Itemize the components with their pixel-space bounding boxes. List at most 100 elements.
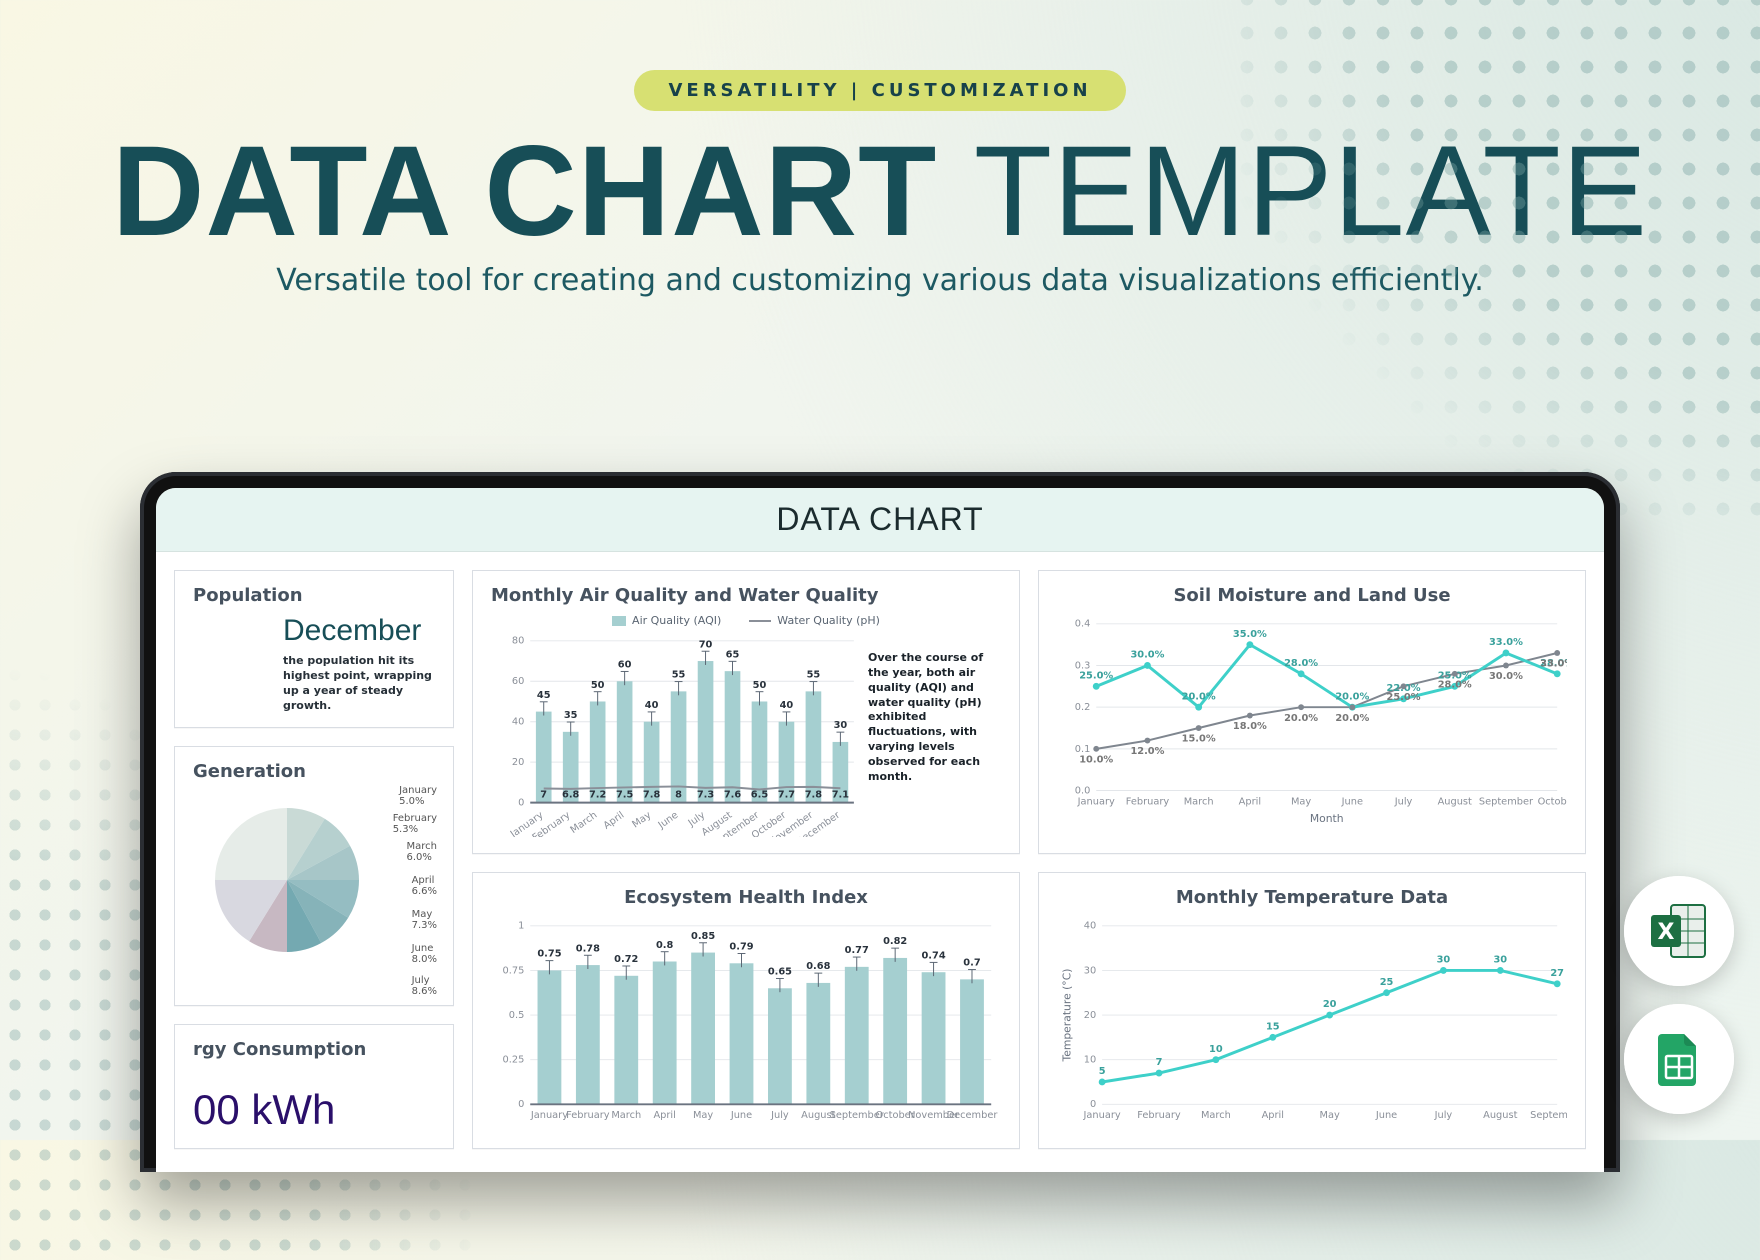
svg-text:40: 40 bbox=[645, 700, 659, 711]
svg-text:April: April bbox=[1262, 1110, 1284, 1121]
svg-text:30: 30 bbox=[1437, 955, 1451, 966]
svg-text:12.0%: 12.0% bbox=[1130, 746, 1164, 757]
svg-text:30: 30 bbox=[1084, 966, 1096, 977]
card-eco: Ecosystem Health Index 00.250.50.7510.75… bbox=[472, 872, 1020, 1149]
svg-text:35.0%: 35.0% bbox=[1233, 629, 1267, 640]
svg-text:February: February bbox=[1126, 796, 1170, 807]
svg-text:September: September bbox=[1530, 1110, 1567, 1121]
svg-text:40: 40 bbox=[1084, 921, 1096, 932]
svg-text:7.7: 7.7 bbox=[778, 790, 796, 801]
svg-text:March: March bbox=[569, 810, 600, 836]
svg-text:0.74: 0.74 bbox=[921, 951, 945, 962]
svg-text:60: 60 bbox=[618, 660, 632, 671]
eco-chart: 00.250.50.7510.75January0.78February0.72… bbox=[491, 916, 1001, 1132]
population-month: December bbox=[283, 614, 435, 648]
svg-text:0.0: 0.0 bbox=[1075, 785, 1091, 796]
svg-text:February: February bbox=[1137, 1110, 1181, 1121]
svg-text:20.0%: 20.0% bbox=[1182, 691, 1216, 702]
svg-text:July: July bbox=[770, 1110, 789, 1121]
pie-label-jun: June8.0% bbox=[412, 943, 437, 965]
air-note: Over the course of the year, both air qu… bbox=[868, 651, 1003, 785]
svg-text:5: 5 bbox=[1099, 1066, 1106, 1077]
temp-chart: 0102030405710152025303027JanuaryFebruary… bbox=[1057, 916, 1567, 1132]
pie-label-may: May7.3% bbox=[412, 909, 437, 931]
svg-text:7: 7 bbox=[1156, 1058, 1163, 1069]
svg-text:Month: Month bbox=[1310, 812, 1344, 825]
air-title: Monthly Air Quality and Water Quality bbox=[491, 585, 1001, 606]
svg-text:January: January bbox=[1077, 796, 1115, 807]
svg-text:May: May bbox=[1291, 796, 1311, 807]
svg-text:0.85: 0.85 bbox=[691, 931, 715, 942]
svg-text:January: January bbox=[1083, 1110, 1121, 1121]
svg-text:45: 45 bbox=[537, 690, 551, 701]
soil-chart: 0.00.10.20.30.425.0%30.0%20.0%35.0%28.0%… bbox=[1057, 614, 1567, 830]
svg-text:January: January bbox=[530, 1110, 568, 1121]
svg-text:May: May bbox=[630, 810, 653, 831]
svg-text:March: March bbox=[1201, 1110, 1231, 1121]
svg-text:0: 0 bbox=[518, 798, 524, 809]
svg-text:55: 55 bbox=[807, 670, 821, 681]
card-population: Population December the population hit i… bbox=[174, 570, 454, 728]
svg-text:0.5: 0.5 bbox=[509, 1010, 525, 1021]
hero-pill: VERSATILITY | CUSTOMIZATION bbox=[634, 70, 1125, 111]
svg-text:0.4: 0.4 bbox=[1075, 619, 1091, 630]
hero-title-strong: DATA CHART bbox=[112, 120, 937, 263]
svg-text:0.75: 0.75 bbox=[503, 966, 525, 977]
svg-text:0.78: 0.78 bbox=[576, 944, 600, 955]
svg-text:50: 50 bbox=[591, 680, 605, 691]
svg-text:0.8: 0.8 bbox=[656, 940, 674, 951]
app-badges: X bbox=[1624, 876, 1734, 1114]
svg-text:December: December bbox=[947, 1110, 999, 1121]
svg-text:May: May bbox=[693, 1110, 713, 1121]
svg-text:April: April bbox=[1239, 796, 1261, 807]
svg-text:X: X bbox=[1658, 920, 1675, 945]
svg-text:0.79: 0.79 bbox=[729, 942, 753, 953]
pie-label-apr: April6.6% bbox=[412, 875, 437, 897]
svg-text:February: February bbox=[566, 1110, 610, 1121]
svg-text:June: June bbox=[730, 1110, 752, 1121]
svg-text:October: October bbox=[1538, 796, 1567, 807]
svg-text:15: 15 bbox=[1266, 1022, 1280, 1033]
energy-value: 00 kWh bbox=[193, 1086, 435, 1134]
svg-text:August: August bbox=[1483, 1110, 1517, 1121]
svg-text:7.1: 7.1 bbox=[832, 790, 850, 801]
svg-text:10: 10 bbox=[1209, 1044, 1223, 1055]
svg-text:33.0%: 33.0% bbox=[1489, 637, 1523, 648]
svg-text:60: 60 bbox=[512, 676, 524, 687]
svg-text:Temperature (°C): Temperature (°C) bbox=[1061, 969, 1074, 1063]
excel-icon: X bbox=[1624, 899, 1734, 963]
excel-badge: X bbox=[1624, 876, 1734, 986]
svg-text:20: 20 bbox=[1323, 999, 1337, 1010]
svg-text:0: 0 bbox=[518, 1100, 524, 1111]
pie-label-jan: January5.0% bbox=[399, 785, 437, 807]
sheets-badge bbox=[1624, 1004, 1734, 1114]
svg-text:June: June bbox=[656, 810, 681, 832]
hero-title-thin: TEMPLATE bbox=[974, 120, 1648, 263]
svg-text:28.0%: 28.0% bbox=[1284, 658, 1318, 669]
svg-text:0.72: 0.72 bbox=[614, 954, 638, 965]
svg-text:10.0%: 10.0% bbox=[1079, 755, 1113, 766]
svg-text:40: 40 bbox=[512, 717, 524, 728]
svg-text:0.77: 0.77 bbox=[845, 945, 869, 956]
svg-text:0.65: 0.65 bbox=[768, 967, 792, 978]
card-soil: Soil Moisture and Land Use 0.00.10.20.30… bbox=[1038, 570, 1586, 854]
svg-text:20.0%: 20.0% bbox=[1335, 713, 1369, 724]
legend-ph: Water Quality (pH) bbox=[749, 614, 880, 627]
svg-text:40: 40 bbox=[780, 700, 794, 711]
card-population-title: Population bbox=[193, 585, 435, 606]
svg-text:15.0%: 15.0% bbox=[1182, 734, 1216, 745]
svg-text:7.8: 7.8 bbox=[643, 790, 661, 801]
sheets-icon bbox=[1624, 1030, 1734, 1088]
svg-text:0.1: 0.1 bbox=[1075, 744, 1091, 755]
pie-label-jul: July8.6% bbox=[412, 975, 437, 997]
dashboard-grid: Population December the population hit i… bbox=[156, 552, 1604, 1167]
hero-sub: Versatile tool for creating and customiz… bbox=[60, 263, 1700, 298]
svg-text:July: July bbox=[1434, 1110, 1453, 1121]
pie-label-mar: March6.0% bbox=[407, 841, 437, 863]
hero: VERSATILITY | CUSTOMIZATION DATA CHART T… bbox=[0, 0, 1760, 326]
population-blurb: the population hit its highest point, wr… bbox=[283, 654, 435, 713]
titlebar: DATA CHART bbox=[156, 488, 1604, 552]
card-temp: Monthly Temperature Data 010203040571015… bbox=[1038, 872, 1586, 1149]
temp-title: Monthly Temperature Data bbox=[1057, 887, 1567, 908]
tablet-frame: DATA CHART Population December the popul… bbox=[140, 472, 1620, 1172]
